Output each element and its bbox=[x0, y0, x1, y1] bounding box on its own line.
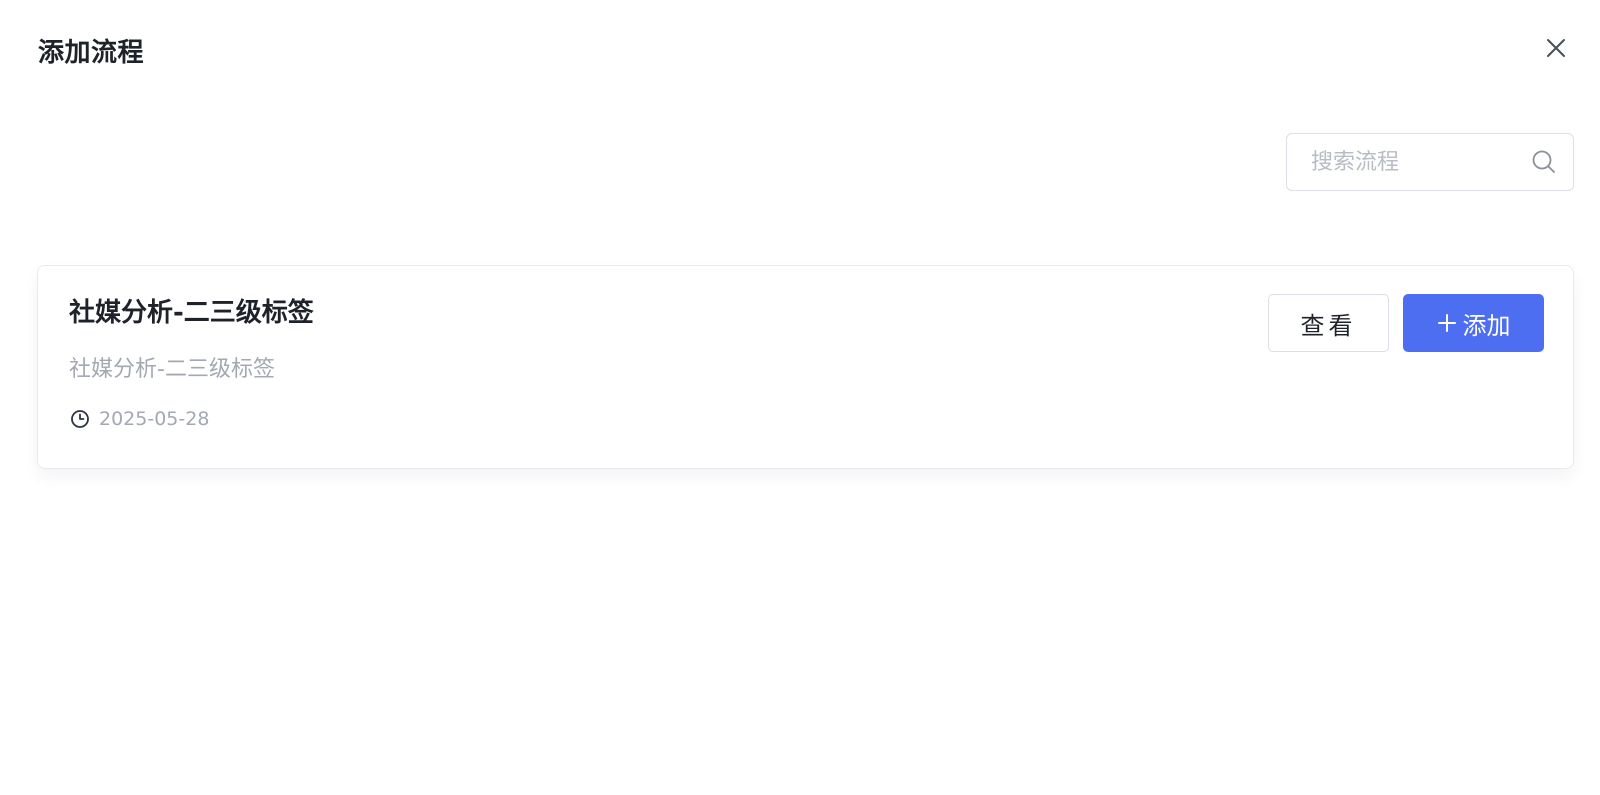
add-flow-dialog: 添加流程 社媒分析-二三级标签 社媒分析-二三级标签 bbox=[0, 0, 1600, 795]
search-box bbox=[1286, 133, 1574, 191]
plus-icon bbox=[1437, 313, 1457, 333]
flow-date-row: 2025-05-28 bbox=[69, 406, 209, 432]
flow-date: 2025-05-28 bbox=[99, 408, 210, 430]
close-icon bbox=[1545, 37, 1567, 63]
view-button[interactable]: 查看 bbox=[1268, 294, 1389, 352]
close-button[interactable] bbox=[1542, 36, 1570, 64]
flow-card: 社媒分析-二三级标签 社媒分析-二三级标签 2025-05-28 查看 添加 bbox=[37, 265, 1574, 469]
add-button[interactable]: 添加 bbox=[1403, 294, 1544, 352]
view-button-label: 查看 bbox=[1300, 311, 1357, 340]
clock-icon bbox=[69, 408, 91, 430]
add-button-label: 添加 bbox=[1462, 311, 1511, 340]
flow-title: 社媒分析-二三级标签 bbox=[69, 298, 314, 328]
dialog-title: 添加流程 bbox=[38, 38, 145, 68]
search-input[interactable] bbox=[1309, 148, 1529, 176]
search-icon[interactable] bbox=[1529, 147, 1559, 177]
flow-description: 社媒分析-二三级标签 bbox=[69, 357, 275, 382]
